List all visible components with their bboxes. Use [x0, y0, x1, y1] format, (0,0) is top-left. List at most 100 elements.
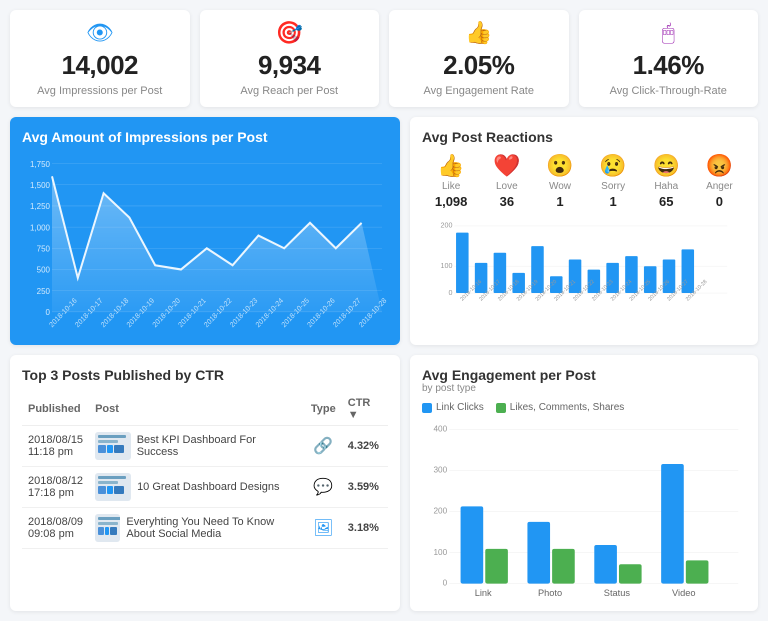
- stat-engagement: 👍 2.05% Avg Engagement Rate: [389, 10, 569, 107]
- bar-status-lcs: [619, 564, 642, 583]
- impressions-chart: 1,750 1,500 1,250 1,000 750 500 250 0: [22, 153, 388, 333]
- haha-emoji: 😄: [653, 153, 680, 179]
- wow-count: 1: [556, 194, 563, 209]
- reach-label: Avg Reach per Post: [240, 85, 338, 97]
- stat-ctr: 🖱 1.46% Avg Click-Through-Rate: [579, 10, 759, 107]
- svg-text:400: 400: [433, 424, 447, 433]
- published-3: 2018/08/09 09:08 pm: [22, 508, 89, 549]
- bar-link-lcs: [485, 549, 508, 584]
- thumb-2: [95, 473, 131, 501]
- reaction-like: 👍 Like 1,098: [435, 153, 468, 209]
- ctr-value: 1.46%: [633, 50, 704, 81]
- date-2: 2018/08/12: [28, 475, 83, 487]
- svg-text:100: 100: [433, 548, 447, 557]
- table-row: 2018/08/12 17:18 pm: [22, 467, 388, 508]
- reactions-title: Avg Post Reactions: [422, 129, 746, 145]
- col-type: Type: [305, 393, 342, 426]
- like-name: Like: [442, 181, 460, 192]
- svg-text:Video: Video: [672, 588, 696, 598]
- thumb-1: [95, 432, 131, 460]
- ctr-1: 4.32%: [342, 426, 388, 467]
- svg-text:Status: Status: [604, 588, 631, 598]
- type-icon-3: 🖼: [313, 520, 333, 537]
- svg-text:200: 200: [433, 507, 447, 516]
- bottom-row: Top 3 Posts Published by CTR Published P…: [10, 355, 758, 611]
- anger-name: Anger: [706, 181, 733, 192]
- post-title-2: 10 Great Dashboard Designs: [137, 481, 279, 493]
- legend-dot-green: [496, 403, 506, 413]
- impressions-chart-title: Avg Amount of Impressions per Post: [22, 129, 388, 145]
- engagement-legend: Link Clicks Likes, Comments, Shares: [422, 402, 746, 413]
- sorry-name: Sorry: [601, 181, 625, 192]
- engagement-value: 2.05%: [443, 50, 514, 81]
- time-1: 11:18 pm: [28, 446, 73, 458]
- reaction-wow: 😮 Wow 1: [546, 153, 573, 209]
- post-title-1: Best KPI Dashboard For Success: [137, 434, 299, 458]
- engagement-label: Avg Engagement Rate: [424, 85, 534, 97]
- col-ctr: CTR ▼: [342, 393, 388, 426]
- reaction-sorry: 😢 Sorry 1: [599, 153, 626, 209]
- reactions-bar-chart: 200 100 0: [422, 217, 746, 302]
- legend-link-clicks: Link Clicks: [422, 402, 484, 413]
- engagement-card: Avg Engagement per Post by post type Lin…: [410, 355, 758, 611]
- love-emoji: ❤️: [493, 153, 520, 179]
- eye-icon: 👁: [86, 20, 114, 46]
- svg-text:750: 750: [37, 244, 51, 253]
- like-emoji: 👍: [437, 153, 464, 179]
- table-row: 2018/08/09 09:08 pm: [22, 508, 388, 549]
- posts-table: Published Post Type CTR ▼ 2018/08/15 11:…: [22, 393, 388, 549]
- published-2: 2018/08/12 17:18 pm: [22, 467, 89, 508]
- bar-photo-clicks: [527, 522, 550, 584]
- thumbsup-icon: 👍: [465, 20, 492, 46]
- love-count: 36: [500, 194, 514, 209]
- engagement-svg: 400 300 200 100 0: [422, 419, 746, 599]
- svg-text:500: 500: [37, 265, 51, 274]
- love-name: Love: [496, 181, 518, 192]
- post-1: Best KPI Dashboard For Success: [89, 426, 305, 467]
- reach-value: 9,934: [258, 50, 321, 81]
- type-3: 🖼: [305, 508, 342, 549]
- target-icon: 🎯: [276, 20, 303, 46]
- middle-row: Avg Amount of Impressions per Post 1,750…: [10, 117, 758, 345]
- type-2: 💬: [305, 467, 342, 508]
- time-2: 17:18 pm: [28, 487, 74, 499]
- impressions-chart-card: Avg Amount of Impressions per Post 1,750…: [10, 117, 400, 345]
- svg-text:1,000: 1,000: [30, 223, 50, 232]
- reaction-haha: 😄 Haha 65: [653, 153, 680, 209]
- svg-text:200: 200: [441, 222, 453, 230]
- engagement-title: Avg Engagement per Post: [422, 367, 746, 383]
- table-title: Top 3 Posts Published by CTR: [22, 367, 388, 383]
- date-1: 2018/08/15: [28, 434, 83, 446]
- col-post: Post: [89, 393, 305, 426]
- bar-video-lcs: [686, 560, 709, 583]
- haha-count: 65: [659, 194, 673, 209]
- type-icon-1: 🔗: [313, 438, 333, 455]
- reactions-bar-svg: 200 100 0: [422, 217, 746, 302]
- legend-likes: Likes, Comments, Shares: [496, 402, 625, 413]
- bar-video-clicks: [661, 464, 684, 584]
- ctr-2: 3.59%: [342, 467, 388, 508]
- bar-status-clicks: [594, 545, 617, 584]
- stats-row: 👁 14,002 Avg Impressions per Post 🎯 9,93…: [10, 10, 758, 107]
- svg-text:0: 0: [448, 289, 452, 297]
- thumb-3: [95, 514, 120, 542]
- type-1: 🔗: [305, 426, 342, 467]
- svg-text:Photo: Photo: [538, 588, 562, 598]
- legend-label-clicks: Link Clicks: [436, 402, 484, 413]
- svg-text:Link: Link: [475, 588, 492, 598]
- time-3: 09:08 pm: [28, 528, 74, 540]
- bar-link-clicks: [461, 506, 484, 583]
- sorry-count: 1: [610, 194, 617, 209]
- anger-count: 0: [716, 194, 723, 209]
- anger-emoji: 😡: [706, 153, 733, 179]
- engagement-subtitle: by post type: [422, 383, 746, 394]
- svg-text:300: 300: [433, 465, 447, 474]
- impressions-svg: 1,750 1,500 1,250 1,000 750 500 250 0: [22, 153, 388, 333]
- dashboard: 👁 14,002 Avg Impressions per Post 🎯 9,93…: [0, 0, 768, 621]
- svg-text:1,250: 1,250: [30, 202, 50, 211]
- legend-dot-blue: [422, 403, 432, 413]
- reaction-anger: 😡 Anger 0: [706, 153, 733, 209]
- post-title-3: Everyhting You Need To Know About Social…: [126, 516, 299, 540]
- wow-name: Wow: [549, 181, 571, 192]
- cursor-icon: 🖱: [662, 20, 675, 46]
